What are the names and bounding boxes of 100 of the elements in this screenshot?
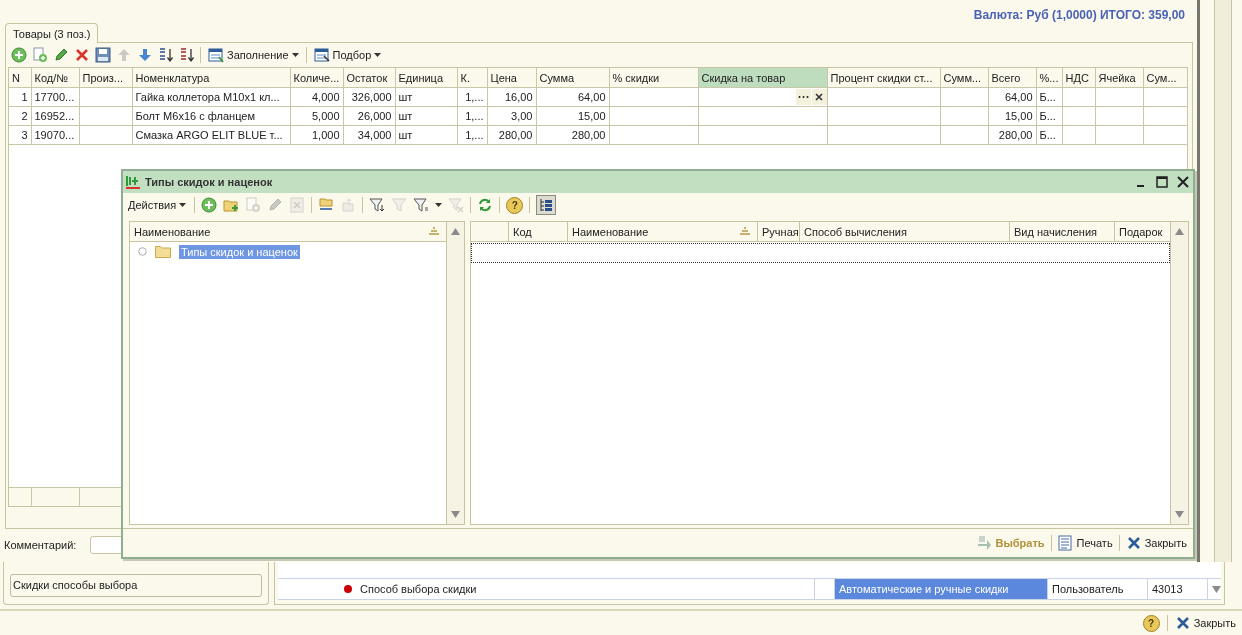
tab[interactable]: Товары (3 поз.) — [5, 23, 99, 43]
table-cell[interactable]: Способ выбора скидки — [360, 583, 477, 595]
maximize-icon[interactable] — [1156, 176, 1168, 188]
table-cell: 4,000 — [290, 87, 343, 107]
table-cell: 19070... — [31, 125, 79, 145]
scroll-down-icon[interactable] — [1212, 586, 1221, 593]
column-header[interactable]: Сум... — [1143, 68, 1187, 88]
column-header[interactable]: %... — [1036, 68, 1062, 88]
menu-button[interactable]: Заполнение — [206, 46, 301, 64]
column-header[interactable]: Наименование — [134, 225, 211, 238]
filter-icon[interactable] — [413, 197, 430, 213]
caret-icon — [374, 53, 382, 57]
column-header[interactable]: Сумм... — [940, 68, 988, 88]
table-cell: 15,00 — [536, 106, 609, 126]
close-button[interactable]: Закрыть — [1174, 614, 1236, 632]
window-title: Типы скидок и наценок — [145, 176, 274, 188]
caret-icon — [435, 203, 443, 207]
table-icon — [208, 47, 224, 63]
column-header[interactable]: Код — [508, 222, 567, 241]
column-header[interactable]: Произ... — [79, 68, 132, 88]
column-header[interactable]: Всего — [988, 68, 1036, 88]
table-cell: Болт М6х16 с фланцем — [132, 106, 290, 126]
pencil-icon[interactable] — [53, 47, 69, 63]
add-icon[interactable] — [201, 197, 218, 213]
column-header[interactable]: Ячейка — [1095, 68, 1143, 88]
folder-icon — [155, 245, 171, 258]
column-header[interactable]: Вид начисления — [1009, 222, 1114, 241]
total-summary: Валюта: Руб (1,0000) ИТОГО: 359,00 — [973, 8, 1185, 22]
folder-plus-icon[interactable] — [223, 197, 240, 213]
column-header[interactable]: Способ вычисления — [799, 222, 1009, 241]
table-cell: 26,000 — [343, 106, 395, 126]
comment-label: Комментарий: — [4, 538, 77, 551]
table-cell: 326,000 — [343, 87, 395, 107]
refresh-icon[interactable] — [477, 197, 494, 213]
table-cell: шт — [395, 87, 457, 107]
settings-field[interactable]: Скидки способы выбора — [10, 574, 262, 597]
table-cell: 64,00 — [536, 87, 609, 107]
scroll-up-icon[interactable] — [451, 228, 460, 235]
column-header[interactable]: Скидка на товар — [698, 68, 827, 88]
table-cell: 280,00 — [487, 125, 536, 145]
choose-icon — [976, 535, 993, 551]
ellipsis-icon — [797, 95, 809, 99]
table-cell: 3 — [9, 125, 31, 145]
scroll-down-icon[interactable] — [451, 511, 460, 518]
table-cell: Гайка коллетора М10х1 кл... — [132, 87, 290, 107]
close-button[interactable]: Закрыть — [1125, 534, 1187, 552]
filter-icon[interactable] — [369, 197, 386, 213]
scrollbar[interactable] — [446, 222, 464, 524]
column-header[interactable]: Сумма — [536, 68, 609, 88]
scroll-down-icon[interactable] — [1175, 511, 1184, 518]
add-icon[interactable] — [11, 47, 27, 63]
table-cell: 15,00 — [988, 106, 1036, 126]
table-cell: 17700... — [31, 87, 79, 107]
column-header[interactable]: Количе... — [290, 68, 343, 88]
table-cell: 64,00 — [988, 87, 1036, 107]
table-cell: 16952... — [31, 106, 79, 126]
empty-row[interactable] — [471, 243, 1170, 263]
cross-icon[interactable] — [74, 47, 90, 63]
close-icon[interactable] — [1177, 176, 1189, 188]
column-header[interactable]: % скидки — [609, 68, 698, 88]
table-cell: 1 — [9, 87, 31, 107]
radio-icon[interactable] — [138, 247, 147, 256]
table-cell[interactable]: Автоматические и ручные скидки — [835, 579, 1048, 599]
table-cell[interactable]: 43013 — [1148, 579, 1208, 599]
help-button[interactable]: ? — [1142, 614, 1160, 632]
column-header[interactable]: Цена — [487, 68, 536, 88]
table-cell: 2 — [9, 106, 31, 126]
print-button[interactable]: Печать — [1057, 534, 1113, 552]
scrollbar[interactable] — [1170, 222, 1188, 524]
sort-icon[interactable] — [158, 47, 174, 63]
clear-button[interactable] — [811, 89, 826, 105]
column-header[interactable]: Номенклатура — [132, 68, 290, 88]
scroll-up-icon[interactable] — [1175, 228, 1184, 235]
column-header[interactable]: НДС — [1062, 68, 1095, 88]
clear-icon — [815, 93, 823, 101]
table-cell: 1,... — [457, 106, 487, 126]
folder-icon[interactable] — [318, 197, 335, 213]
arrow-down-icon[interactable] — [137, 47, 153, 63]
table-cell: шт — [395, 125, 457, 145]
choice-button[interactable] — [795, 89, 811, 105]
table-cell: 280,00 — [988, 125, 1036, 145]
sort-icon[interactable] — [179, 47, 195, 63]
menu-button[interactable]: Подбор — [311, 46, 384, 64]
table-cell: 34,000 — [343, 125, 395, 145]
column-header[interactable]: N — [9, 68, 31, 88]
column-header[interactable]: Наименование — [567, 222, 757, 241]
table-cell[interactable]: Пользователь — [1048, 579, 1148, 599]
column-header[interactable]: Код/№ — [31, 68, 79, 88]
table-cell: Б... — [1036, 106, 1062, 126]
help-button[interactable]: ? — [506, 196, 524, 214]
column-header[interactable]: Единица — [395, 68, 457, 88]
column-header[interactable]: Остаток — [343, 68, 395, 88]
close-icon — [1174, 615, 1191, 631]
copy-icon[interactable] — [32, 47, 48, 63]
table-cell: 3,00 — [487, 106, 536, 126]
menu-button[interactable]: Действия — [126, 196, 189, 214]
column-header[interactable]: К. — [457, 68, 487, 88]
floppy-icon[interactable] — [95, 47, 111, 63]
column-header[interactable]: Процент скидки ст... — [827, 68, 940, 88]
column-header[interactable]: Ручная — [757, 222, 799, 241]
